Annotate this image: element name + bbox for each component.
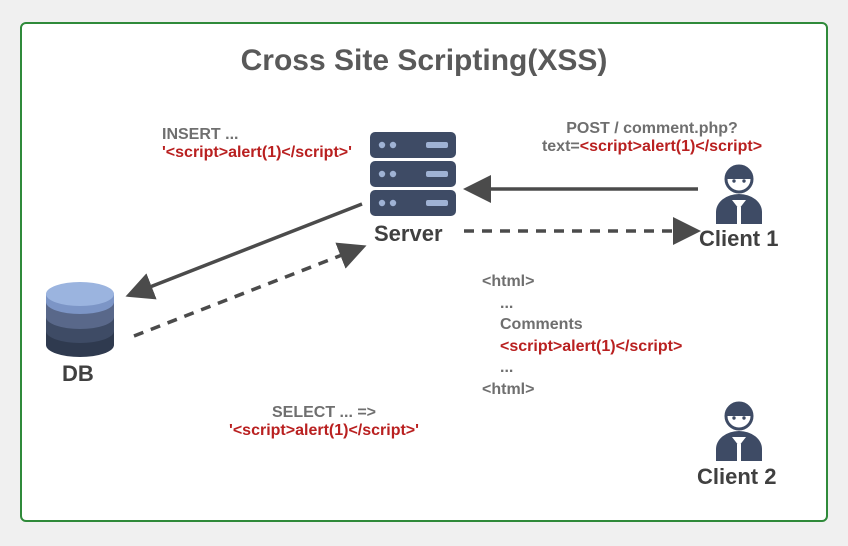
client1-label: Client 1 [699,226,778,252]
server-icon [370,132,456,217]
server-label: Server [374,221,443,247]
diagram-title: Cross Site Scripting(XSS) [22,44,826,78]
client2-label: Client 2 [697,464,776,490]
client1-icon [710,162,768,224]
insert-payload: '<script>alert(1)</script>' [162,144,352,161]
insert-prefix: INSERT ... [162,126,238,143]
response-l4: <script>alert(1)</script> [482,338,682,355]
post-line2-payload: <script>alert(1)</script> [580,138,762,155]
database-icon [44,281,116,358]
diagram-frame: Cross Site Scripting(XSS) Server [20,22,828,522]
post-label: POST / comment.php? text=<script>alert(1… [522,120,782,156]
response-l6: <html> [482,381,534,398]
select-payload: '<script>alert(1)</script>' [229,422,419,439]
response-l1: <html> [482,273,534,290]
response-l3: Comments [482,316,583,333]
response-l2: ... [482,295,513,312]
db-label: DB [62,361,94,387]
post-line2-prefix: text= [542,138,580,155]
arrows-layer [22,24,830,524]
post-line1: POST / comment.php? [566,120,738,137]
client2-icon [710,399,768,461]
select-prefix: SELECT ... => [272,404,376,421]
response-l5: ... [482,359,513,376]
response-label: <html> ... Comments <script>alert(1)</sc… [482,271,682,401]
insert-label: INSERT ... '<script>alert(1)</script>' [162,126,352,162]
select-label: SELECT ... => '<script>alert(1)</script>… [214,404,434,440]
